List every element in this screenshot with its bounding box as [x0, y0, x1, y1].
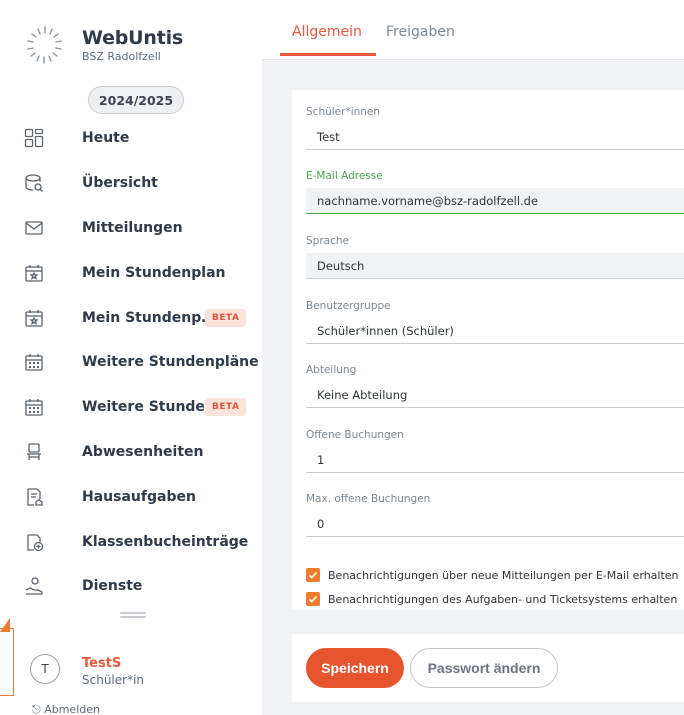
form-footer: Speichern Passwort ändern — [292, 634, 684, 702]
school-year-selector[interactable]: 2024/2025 — [88, 86, 184, 114]
highlight-marker — [0, 628, 14, 696]
field-email: E-Mail Adresse nachname.vorname@bsz-rado… — [306, 170, 684, 214]
calendar-star-icon — [23, 307, 45, 329]
sidebar-item-abwesenheiten[interactable]: Abwesenheiten — [0, 430, 262, 475]
sidebar-item-mitteilungen[interactable]: Mitteilungen — [0, 206, 262, 251]
max-open-bookings-input[interactable]: 0 — [306, 511, 684, 537]
beta-badge: BETA — [205, 308, 247, 327]
sidebar-item-label: Mitteilungen — [82, 219, 183, 236]
logout-icon: ⎋ — [32, 703, 41, 715]
language-select[interactable]: Deutsch — [306, 253, 684, 279]
usergroup-input[interactable]: Schüler*innen (Schüler) — [306, 318, 684, 344]
sidebar-item-uebersicht[interactable]: Übersicht — [0, 161, 262, 206]
save-button[interactable]: Speichern — [306, 648, 404, 688]
sidebar-item-mein-stundenplan[interactable]: Mein Stundenplan — [0, 250, 262, 295]
sidebar-item-label: Klassenbucheinträge — [82, 533, 249, 550]
sidebar-item-weitere-stundenplaene-beta[interactable]: Weitere Stunde… BETA — [0, 385, 262, 430]
brand-subtitle: BSZ Radolfzell — [82, 49, 161, 63]
calendar-grid-icon — [23, 396, 45, 418]
sidebar-item-label: Hausaufgaben — [82, 488, 196, 505]
overview-icon — [23, 172, 45, 194]
sidebar-item-mein-stundenplan-beta[interactable]: Mein Stundenp… BETA — [0, 295, 262, 340]
sidebar-item-label: Übersicht — [82, 175, 158, 192]
chair-icon — [23, 441, 45, 463]
calendar-star-icon — [23, 262, 45, 284]
checkbox-label: Benachrichtigungen über neue Mitteilunge… — [328, 568, 679, 582]
sidebar-nav: Heute Übersicht Mitteilungen Mein Stunde… — [0, 116, 262, 609]
field-max-offene-buchungen: Max. offene Buchungen 0 — [306, 493, 684, 537]
field-sprache: Sprache Deutsch — [306, 235, 684, 279]
field-offene-buchungen: Offene Buchungen 1 — [306, 429, 684, 473]
field-label: Max. offene Buchungen — [306, 493, 431, 505]
sidebar-item-label: Dienste — [82, 578, 143, 595]
checkbox-checked-icon[interactable] — [306, 592, 320, 606]
field-label: Offene Buchungen — [306, 429, 404, 441]
homework-icon — [23, 486, 45, 508]
dashboard-grid-icon — [23, 127, 45, 149]
schueler-input[interactable]: Test — [306, 124, 684, 150]
beta-badge: BETA — [205, 398, 247, 417]
change-password-button[interactable]: Passwort ändern — [410, 648, 558, 688]
checkbox-row-messages[interactable]: Benachrichtigungen über neue Mitteilunge… — [306, 568, 679, 582]
field-label: Benutzergruppe — [306, 300, 391, 312]
sidebar-item-label: Mein Stundenp… — [82, 309, 216, 326]
sidebar-item-dienste[interactable]: Dienste — [0, 564, 262, 609]
tab-allgemein[interactable]: Allgemein — [292, 24, 362, 40]
checkbox-checked-icon[interactable] — [306, 568, 320, 582]
user-role: Schüler*in — [82, 673, 145, 687]
sidebar-item-hausaufgaben[interactable]: Hausaufgaben — [0, 474, 262, 519]
sidebar-item-weitere-stundenplaene[interactable]: Weitere Stundenpläne — [0, 340, 262, 385]
webuntis-logo-icon — [27, 26, 62, 64]
email-field[interactable]: nachname.vorname@bsz-radolfzell.de — [306, 188, 684, 214]
tab-freigaben[interactable]: Freigaben — [386, 24, 455, 40]
sidebar-item-heute[interactable]: Heute — [0, 116, 262, 161]
avatar[interactable]: T — [30, 654, 60, 684]
active-tab-indicator — [280, 53, 376, 56]
user-name[interactable]: TestS — [82, 656, 121, 671]
classbook-add-icon — [23, 531, 45, 553]
logout-item[interactable]: ⎋ Abmelden — [32, 703, 100, 715]
sidebar-resize-handle[interactable] — [120, 612, 146, 618]
brand[interactable]: WebUntis BSZ Radolfzell — [22, 22, 183, 68]
calendar-grid-icon — [23, 351, 45, 373]
tab-bar: Allgemein Freigaben — [262, 0, 684, 60]
sidebar-item-label: Weitere Stunde… — [82, 399, 219, 416]
checkbox-row-tickets[interactable]: Benachrichtigungen des Aufgaben- und Tic… — [306, 592, 677, 606]
sidebar-item-label: Abwesenheiten — [82, 443, 204, 460]
field-abteilung: Abteilung Keine Abteilung — [306, 364, 684, 408]
field-benutzergruppe: Benutzergruppe Schüler*innen (Schüler) — [306, 300, 684, 344]
field-label: Abteilung — [306, 364, 357, 376]
field-label: Sprache — [306, 235, 349, 247]
profile-form: Schüler*innen Test E-Mail Adresse nachna… — [292, 90, 684, 610]
sidebar: WebUntis BSZ Radolfzell 2024/2025 Heute … — [0, 0, 262, 715]
sidebar-item-label: Weitere Stundenpläne — [82, 354, 259, 371]
field-schueler: Schüler*innen Test — [306, 106, 684, 150]
service-person-icon — [23, 575, 45, 597]
logout-label: Abmelden — [44, 703, 100, 715]
envelope-icon — [23, 217, 45, 239]
brand-title: WebUntis — [82, 26, 184, 49]
department-input[interactable]: Keine Abteilung — [306, 382, 684, 408]
sidebar-item-label: Mein Stundenplan — [82, 264, 226, 281]
field-label: E-Mail Adresse — [306, 170, 383, 182]
field-label: Schüler*innen — [306, 106, 381, 118]
sidebar-item-klassenbucheintraege[interactable]: Klassenbucheinträge — [0, 519, 262, 564]
open-bookings-input[interactable]: 1 — [306, 447, 684, 473]
checkbox-label: Benachrichtigungen des Aufgaben- und Tic… — [328, 592, 678, 606]
sidebar-item-label: Heute — [82, 130, 130, 147]
